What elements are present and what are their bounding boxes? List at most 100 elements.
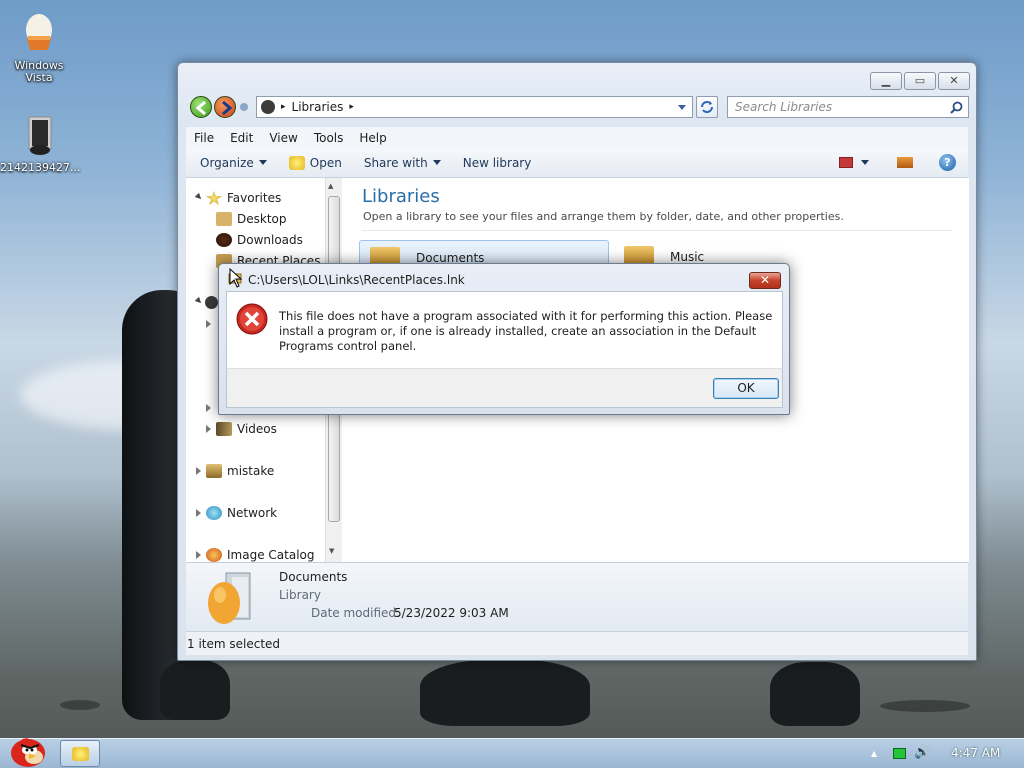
documents-library-large-icon <box>208 572 251 624</box>
network-status-icon[interactable] <box>893 748 906 759</box>
homegroup-icon <box>206 464 222 478</box>
refresh-icon <box>701 101 713 113</box>
menu-tools[interactable]: Tools <box>306 131 352 145</box>
details-name: Documents <box>279 570 348 584</box>
maximize-button[interactable]: ▭ <box>904 72 936 90</box>
details-date-value: 5/23/2022 9:03 AM <box>394 606 509 620</box>
open-button[interactable]: Open <box>281 155 350 170</box>
nav-label: Videos <box>237 422 277 436</box>
expand-arrow-icon[interactable] <box>206 320 211 328</box>
nav-label: Favorites <box>227 191 282 205</box>
refresh-button[interactable] <box>696 96 718 118</box>
nav-label: Network <box>227 506 278 520</box>
nav-label: Image Catalog <box>227 548 315 562</box>
angry-bird-start-icon <box>11 738 45 767</box>
view-icon <box>839 157 853 168</box>
breadcrumb-libraries[interactable]: Libraries <box>292 100 344 114</box>
share-with-label: Share with <box>363 155 428 170</box>
open-icon <box>288 155 305 170</box>
nav-downloads[interactable]: Downloads <box>216 233 303 247</box>
status-bar: 1 item selected <box>186 631 968 655</box>
minimize-button[interactable]: ▁ <box>870 72 902 90</box>
start-button[interactable] <box>6 733 48 767</box>
nav-favorites[interactable]: Favorites <box>206 191 281 205</box>
address-dropdown-icon[interactable] <box>678 105 686 110</box>
show-hidden-icons-button[interactable]: ▲ <box>871 749 877 758</box>
chevron-down-icon <box>258 160 267 165</box>
open-label: Open <box>309 155 342 170</box>
menu-file[interactable]: File <box>186 131 222 145</box>
expand-arrow-icon[interactable] <box>196 509 201 517</box>
chevron-down-icon <box>432 160 441 165</box>
breadcrumb-arrow-icon[interactable]: ▸ <box>349 102 354 112</box>
nav-image-catalog[interactable]: Image Catalog <box>206 548 314 562</box>
nav-label: Downloads <box>237 233 303 247</box>
back-arrow-icon <box>195 100 206 116</box>
expand-arrow-icon[interactable] <box>194 192 204 202</box>
windows-vista-egg-icon <box>19 12 59 56</box>
dialog-body: This file does not have a program associ… <box>226 291 783 368</box>
penguin-wallpaper <box>770 662 860 726</box>
library-item-label: Music <box>670 250 705 264</box>
expand-arrow-icon[interactable] <box>194 296 204 306</box>
libraries-icon[interactable] <box>205 296 218 309</box>
ground <box>880 700 970 712</box>
dialog-footer: OK <box>226 368 783 408</box>
scroll-down-icon[interactable]: ▼ <box>329 547 334 555</box>
ground <box>60 700 100 710</box>
taskbar: ▲ 🔊 4:47 AM <box>0 738 1024 768</box>
preview-pane-icon[interactable] <box>897 157 913 168</box>
expand-arrow-icon[interactable] <box>196 467 201 475</box>
penguin-wallpaper <box>420 660 590 726</box>
file-thumbnail-icon <box>19 114 59 158</box>
divider <box>362 230 952 231</box>
image-catalog-icon <box>206 548 222 562</box>
taskbar-explorer-button[interactable] <box>60 740 100 767</box>
expand-arrow-icon[interactable] <box>196 551 201 559</box>
details-pane: Documents Library Date modified: 5/23/20… <box>186 562 968 631</box>
forward-arrow-icon <box>222 100 233 116</box>
organize-label: Organize <box>200 155 254 170</box>
desktop-icon-file[interactable]: 2142139427... <box>0 114 80 174</box>
help-icon[interactable]: ? <box>939 154 956 171</box>
page-title: Libraries <box>362 186 440 207</box>
menu-view[interactable]: View <box>261 131 305 145</box>
nav-label: Desktop <box>237 212 287 226</box>
mouse-cursor-icon <box>229 268 243 288</box>
new-library-button[interactable]: New library <box>455 156 540 170</box>
nav-videos[interactable]: Videos <box>216 422 277 436</box>
menu-help[interactable]: Help <box>351 131 394 145</box>
error-dialog: C:\Users\LOL\Links\RecentPlaces.lnk ✕ Th… <box>218 263 790 415</box>
nav-desktop[interactable]: Desktop <box>216 212 287 226</box>
details-date-label: Date modified: <box>311 606 401 620</box>
dialog-title: C:\Users\LOL\Links\RecentPlaces.lnk <box>248 273 465 287</box>
desktop-icon <box>216 212 232 226</box>
clock[interactable]: 4:47 AM <box>951 746 1000 760</box>
nav-mistake[interactable]: mistake <box>206 464 274 478</box>
ok-button[interactable]: OK <box>713 378 779 399</box>
expand-arrow-icon[interactable] <box>206 425 211 433</box>
search-placeholder: Search Libraries <box>735 100 833 114</box>
organize-button[interactable]: Organize <box>192 156 275 170</box>
details-type: Library <box>279 588 321 602</box>
desktop-icon-windows-vista[interactable]: Windows Vista <box>0 12 78 84</box>
address-bar[interactable]: ▸ Libraries ▸ <box>256 96 693 118</box>
volume-icon[interactable]: 🔊 <box>914 745 930 760</box>
dialog-close-button[interactable]: ✕ <box>749 272 781 289</box>
star-icon <box>206 191 222 205</box>
share-with-button[interactable]: Share with <box>356 156 449 170</box>
recent-pages-dropdown[interactable] <box>240 103 248 111</box>
forward-button[interactable] <box>214 96 236 118</box>
back-button[interactable] <box>190 96 212 118</box>
menu-edit[interactable]: Edit <box>222 131 261 145</box>
search-input[interactable]: Search Libraries <box>727 96 969 118</box>
search-icon[interactable] <box>950 101 963 114</box>
change-view-button[interactable] <box>839 157 869 168</box>
close-button[interactable]: ✕ <box>938 72 970 90</box>
desktop-icon-label: Windows Vista <box>14 59 64 84</box>
breadcrumb-arrow-icon[interactable]: ▸ <box>281 102 286 112</box>
expand-arrow-icon[interactable] <box>206 404 211 412</box>
nav-label: mistake <box>227 464 275 478</box>
scroll-up-icon[interactable]: ▲ <box>328 182 333 190</box>
nav-network[interactable]: Network <box>206 506 277 520</box>
